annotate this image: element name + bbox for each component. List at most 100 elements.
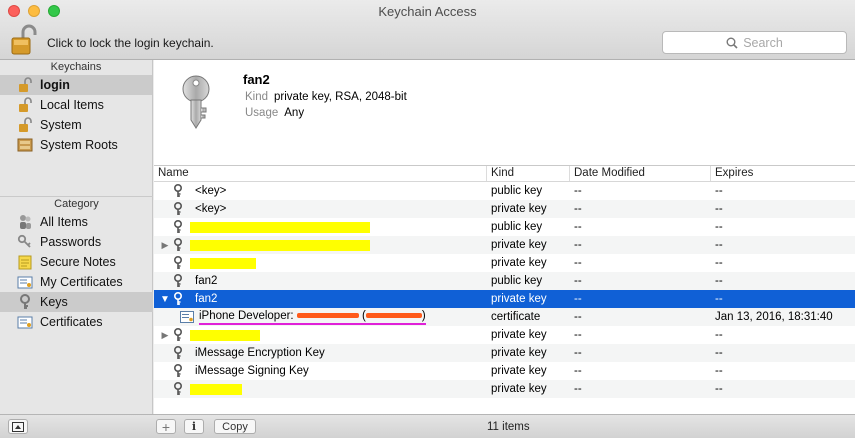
lock-instruction: Click to lock the login keychain. — [47, 36, 214, 50]
column-header-expires[interactable]: Expires — [711, 166, 855, 181]
usage-value: Any — [284, 107, 305, 119]
kind-label: Kind — [245, 91, 269, 103]
column-header-kind[interactable]: Kind — [487, 166, 570, 181]
disclosure-triangle[interactable]: ▶ — [158, 330, 172, 341]
table-row[interactable]: <key> private key -- -- — [154, 200, 855, 218]
row-expires: -- — [715, 221, 723, 233]
sidebar-item-label: Passwords — [40, 235, 102, 249]
row-expires: -- — [715, 329, 723, 341]
info-button[interactable]: i — [184, 419, 204, 434]
table-row-selected[interactable]: ▼ fan2 private key -- -- — [154, 290, 855, 308]
sidebar-item-label: login — [40, 78, 70, 92]
column-header-date-modified[interactable]: Date Modified — [570, 166, 711, 181]
key-icon — [174, 328, 182, 341]
sidebar-item-system-roots[interactable]: System Roots — [0, 135, 152, 155]
key-icon — [174, 202, 182, 215]
row-name: <key> — [195, 185, 227, 197]
sidebar-item-my-certificates[interactable]: My Certificates — [0, 272, 153, 292]
sidebar-item-certificates[interactable]: Certificates — [0, 312, 153, 332]
table-row[interactable]: <key> public key -- -- — [154, 182, 855, 200]
sidebar-item-local-items[interactable]: Local Items — [0, 95, 152, 115]
sidebar-item-label: Secure Notes — [40, 255, 116, 269]
table-row[interactable]: private key -- -- — [154, 254, 855, 272]
item-count: 11 items — [487, 421, 530, 433]
kind-value: private key, RSA, 2048-bit — [274, 91, 407, 103]
row-date-modified: -- — [574, 185, 582, 197]
sidebar-item-secure-notes[interactable]: Secure Notes — [0, 252, 153, 272]
row-kind: private key — [491, 203, 547, 215]
table-row[interactable]: iMessage Signing Key private key -- -- — [154, 362, 855, 380]
lock-keychain-button[interactable] — [10, 24, 38, 56]
row-name: <key> — [195, 203, 227, 215]
key-icon — [182, 75, 210, 129]
redacted-team-id — [365, 312, 422, 318]
table-row[interactable]: iPhone Developer: () certificate -- Jan … — [154, 308, 855, 326]
key-icon — [174, 238, 182, 251]
sidebar-item-system[interactable]: System — [0, 115, 152, 135]
row-date-modified: -- — [574, 257, 582, 269]
table-row[interactable]: ▶ private key -- -- — [154, 236, 855, 254]
sidebar-item-label: Keys — [40, 295, 68, 309]
row-date-modified: -- — [574, 383, 582, 395]
row-name-paren-close: ) — [421, 309, 426, 322]
sidebar-item-passwords[interactable]: Passwords — [0, 232, 153, 252]
row-kind: certificate — [491, 311, 541, 323]
usage-label: Usage — [245, 107, 279, 119]
sidebar-item-all-items[interactable]: All Items — [0, 212, 153, 232]
window-title: Keychain Access — [378, 4, 477, 19]
column-header-name[interactable]: Name — [154, 166, 487, 181]
category-header: Category — [54, 198, 99, 210]
row-kind: public key — [491, 221, 543, 233]
key-icon — [174, 274, 182, 287]
row-kind: public key — [491, 275, 543, 287]
sidebar-item-login[interactable]: login — [0, 75, 152, 95]
row-kind: public key — [491, 185, 543, 197]
row-expires: -- — [715, 239, 723, 251]
lock-open-icon — [16, 77, 34, 93]
sidebar-item-label: Certificates — [40, 315, 103, 329]
row-expires: -- — [715, 365, 723, 377]
copy-button[interactable]: Copy — [214, 419, 256, 434]
row-name: iMessage Encryption Key — [195, 347, 325, 359]
disclosure-triangle-expanded[interactable]: ▼ — [158, 294, 172, 305]
key-icon — [174, 382, 182, 395]
key-icon — [174, 346, 182, 359]
key-icon — [174, 220, 182, 233]
category-section: Category All Items Passwords Secure Note… — [0, 197, 153, 332]
table-row[interactable]: ▶ private key -- -- — [154, 326, 855, 344]
row-kind: private key — [491, 365, 547, 377]
table-body: <key> public key -- -- <key> private key… — [154, 182, 855, 398]
sidebar: Keychains login Local Items System Syste… — [0, 60, 153, 414]
table-row[interactable]: iMessage Encryption Key private key -- -… — [154, 344, 855, 362]
sidebar-toggle-icon — [12, 421, 24, 432]
row-name: fan2 — [195, 293, 218, 305]
item-usage-row: Usage Any — [245, 107, 304, 119]
row-expires: -- — [715, 203, 723, 215]
disclosure-triangle[interactable]: ▶ — [158, 240, 172, 251]
row-kind: private key — [491, 293, 547, 305]
row-date-modified: -- — [574, 221, 582, 233]
status-bar: + i Copy 11 items — [0, 414, 855, 438]
certificate-name: iPhone Developer: () — [199, 310, 426, 325]
sidebar-item-keys[interactable]: Keys — [0, 292, 153, 312]
key-icon — [174, 256, 182, 269]
search-placeholder: Search — [743, 35, 783, 50]
keys-table: Name Kind Date Modified Expires <key> pu… — [154, 166, 855, 414]
key-icon — [174, 292, 182, 305]
row-expires: -- — [715, 185, 723, 197]
people-icon — [16, 214, 34, 230]
search-field[interactable]: Search — [662, 31, 847, 54]
row-expires: -- — [715, 293, 723, 305]
row-kind: private key — [491, 239, 547, 251]
toggle-sidebar-button[interactable] — [8, 419, 28, 434]
row-date-modified: -- — [574, 293, 582, 305]
redacted-name — [190, 329, 260, 341]
row-kind: private key — [491, 257, 547, 269]
table-row[interactable]: fan2 public key -- -- — [154, 272, 855, 290]
row-date-modified: -- — [574, 239, 582, 251]
add-item-button[interactable]: + — [156, 419, 176, 435]
row-expires: -- — [715, 383, 723, 395]
table-row[interactable]: public key -- -- — [154, 218, 855, 236]
table-row[interactable]: private key -- -- — [154, 380, 855, 398]
sidebar-item-label: System Roots — [40, 138, 118, 152]
